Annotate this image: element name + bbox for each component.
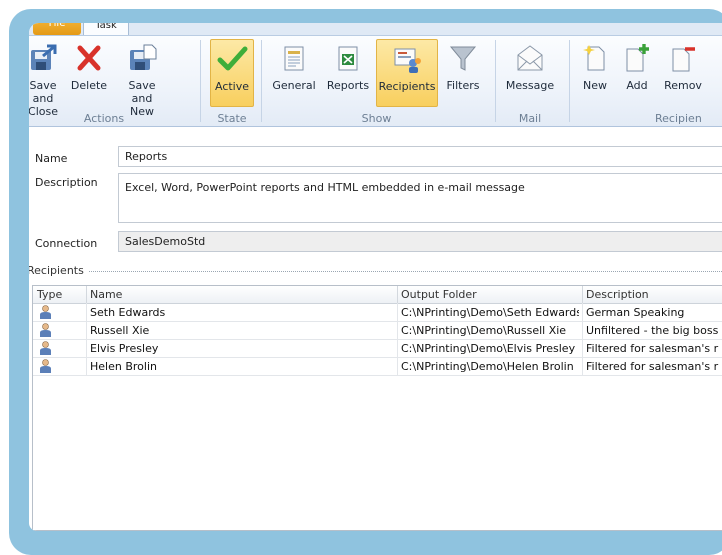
active-label: Active [214, 80, 250, 93]
save-and-close-button[interactable]: Save and Close [29, 39, 63, 118]
column-divider [86, 286, 87, 303]
remove-label: Remov [664, 79, 702, 92]
save-and-close-label: Save and Close [29, 79, 58, 118]
recipient-name: Seth Edwards [90, 306, 166, 319]
recipients-icon [394, 48, 421, 73]
save-and-new-button[interactable]: Save and New [117, 39, 167, 118]
add-document-icon [626, 44, 649, 72]
column-divider [582, 286, 583, 303]
filters-button[interactable]: Filters [442, 39, 484, 107]
group-label-mail: Mail [518, 112, 542, 125]
recipient-description: Unfiltered - the big boss [586, 324, 719, 337]
recipient-name: Russell Xie [90, 324, 150, 337]
column-divider [397, 286, 398, 303]
group-label-recipients: Recipien [655, 112, 702, 125]
ribbon-separator [261, 40, 262, 122]
delete-button[interactable]: Delete [69, 39, 109, 107]
tab-file[interactable]: File [33, 23, 81, 35]
group-label-show: Show [361, 112, 392, 125]
checkmark-icon [217, 46, 248, 71]
new-document-icon [583, 45, 605, 71]
connection-label: Connection [35, 237, 98, 250]
reports-label: Reports [326, 79, 370, 92]
recipient-description: Filtered for salesman's r [586, 360, 719, 373]
table-row[interactable]: Elvis Presley C:\NPrinting\Demo\Elvis Pr… [33, 339, 722, 358]
description-field[interactable]: Excel, Word, PowerPoint reports and HTML… [118, 173, 722, 223]
user-icon [40, 341, 51, 355]
recipients-grid: Type Name Output Folder Description Seth… [32, 285, 722, 531]
remove-document-icon [672, 47, 695, 72]
recipient-description: German Speaking [586, 306, 685, 319]
column-header-type[interactable]: Type [37, 288, 62, 301]
group-label-actions: Actions [83, 112, 125, 125]
recipients-section-label: Recipients [29, 264, 84, 277]
task-window: File Task Save and Close Delete Save and… [29, 23, 722, 531]
table-row[interactable]: Russell Xie C:\NPrinting\Demo\Russell Xi… [33, 321, 722, 340]
group-label-state: State [217, 112, 247, 125]
delete-label: Delete [70, 79, 108, 92]
name-field[interactable]: Reports [118, 146, 722, 167]
column-header-description[interactable]: Description [586, 288, 649, 301]
table-row[interactable]: Seth Edwards C:\NPrinting\Demo\Seth Edwa… [33, 303, 722, 322]
message-button[interactable]: Message [503, 39, 557, 107]
document-icon [284, 46, 304, 71]
new-recipient-button[interactable]: New [577, 39, 613, 107]
recipient-output-folder: C:\NPrinting\Demo\Elvis Presley [401, 342, 576, 355]
general-label: General [272, 79, 316, 92]
add-recipient-button[interactable]: Add [619, 39, 655, 107]
reports-button[interactable]: Reports [325, 39, 371, 107]
user-icon [40, 305, 51, 319]
filter-icon [449, 46, 477, 71]
user-icon [40, 323, 51, 337]
connection-field: SalesDemoStd [118, 231, 722, 252]
save-icon [31, 44, 57, 70]
recipient-description: Filtered for salesman's r [586, 342, 719, 355]
add-label: Add [626, 79, 648, 92]
recipient-output-folder: C:\NPrinting\Demo\Helen Brolin [401, 360, 574, 373]
ribbon-separator [569, 40, 570, 122]
column-header-name[interactable]: Name [90, 288, 122, 301]
user-icon [40, 359, 51, 373]
delete-icon [77, 45, 101, 71]
new-label: New [583, 79, 607, 92]
description-label: Description [35, 176, 98, 189]
active-toggle-button[interactable]: Active [210, 39, 254, 107]
envelope-icon [517, 45, 543, 71]
remove-recipient-button[interactable]: Remov [663, 39, 703, 107]
recipient-output-folder: C:\NPrinting\Demo\Seth Edwards [401, 306, 579, 319]
filters-label: Filters [446, 79, 480, 92]
message-label: Message [505, 79, 555, 92]
grid-header: Type Name Output Folder Description [33, 286, 722, 304]
general-button[interactable]: General [269, 39, 319, 107]
recipient-name: Helen Brolin [90, 360, 157, 373]
table-row[interactable]: Helen Brolin C:\NPrinting\Demo\Helen Bro… [33, 357, 722, 376]
section-divider [89, 271, 722, 272]
ribbon-tab-bar: File Task [29, 23, 722, 36]
recipient-output-folder: C:\NPrinting\Demo\Russell Xie [401, 324, 567, 337]
ribbon: Save and Close Delete Save and New Actio… [29, 35, 722, 127]
save-new-icon [130, 44, 157, 70]
excel-icon [338, 46, 358, 71]
ribbon-separator [495, 40, 496, 122]
column-header-output-folder[interactable]: Output Folder [401, 288, 477, 301]
name-label: Name [35, 152, 68, 165]
recipient-name: Elvis Presley [90, 342, 159, 355]
recipients-button[interactable]: Recipients [376, 39, 438, 107]
ribbon-separator [200, 40, 201, 122]
recipients-label: Recipients [378, 80, 436, 93]
